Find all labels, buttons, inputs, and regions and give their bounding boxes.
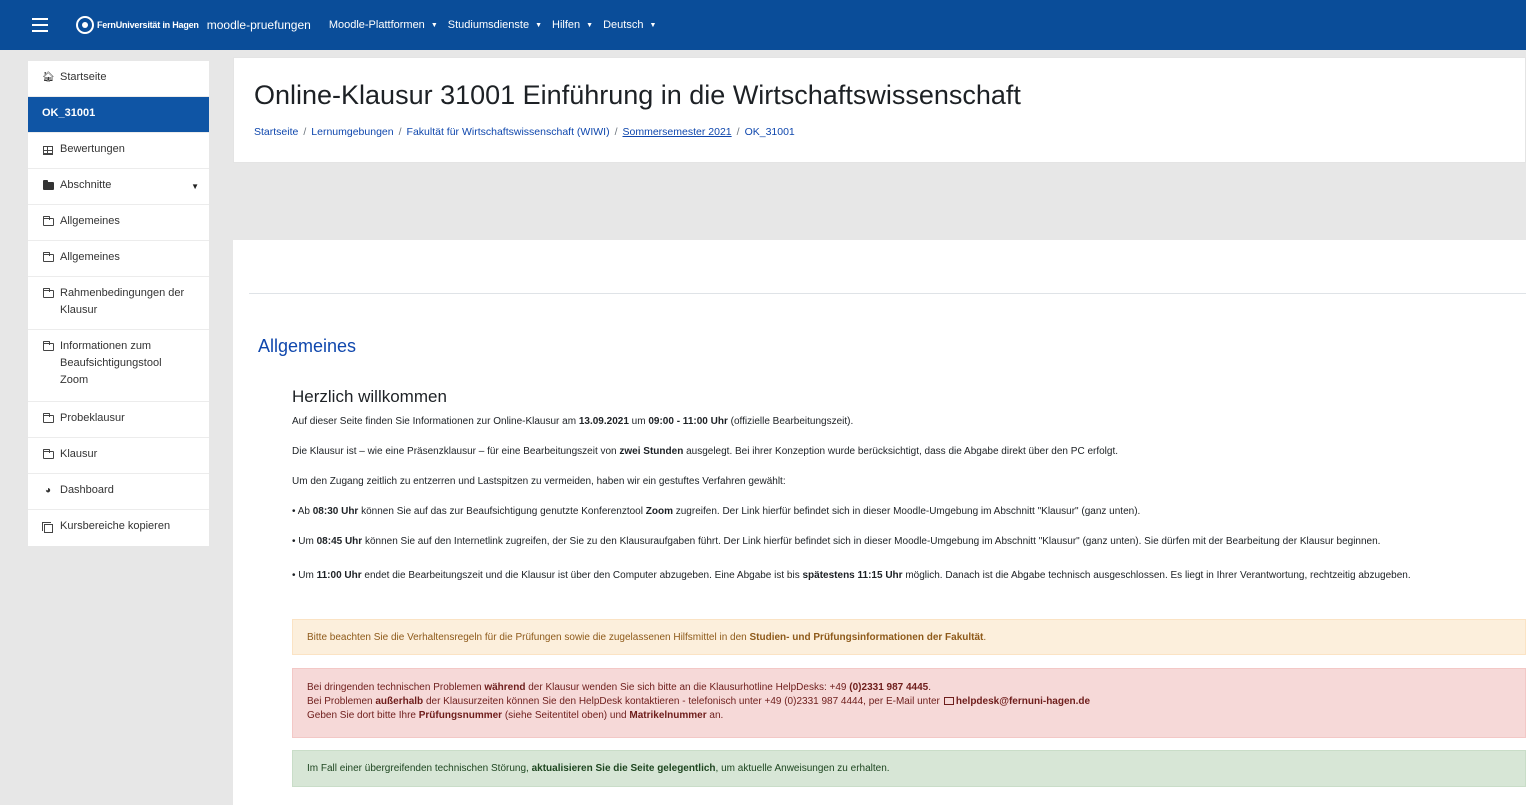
nav-language[interactable]: Deutsch ▼ <box>603 19 656 31</box>
info-paragraph-date: Auf dieser Seite finden Sie Informatione… <box>292 416 854 427</box>
sidebar-item-kursbereiche-kopieren[interactable]: Kursbereiche kopieren <box>28 510 209 546</box>
nav-hilfen[interactable]: Hilfen ▼ <box>552 19 593 31</box>
nav-studiumsdienste[interactable]: Studiumsdienste ▼ <box>448 19 542 31</box>
copy-icon <box>41 521 54 536</box>
caret-down-icon: ▼ <box>430 21 438 29</box>
alert-danger: Bei dringenden technischen Problemen wäh… <box>292 668 1526 738</box>
sidebar-item-abschnitte[interactable]: Abschnitte ▼ <box>28 169 209 205</box>
hamburger-menu-icon[interactable] <box>32 18 48 32</box>
breadcrumb-course[interactable]: OK_31001 <box>745 126 795 138</box>
sidebar-item-probeklausur[interactable]: Probeklausur <box>28 402 209 438</box>
divider <box>249 293 1526 294</box>
breadcrumb-lernumgebungen[interactable]: Lernumgebungen <box>311 126 393 138</box>
caret-down-icon: ▼ <box>649 21 657 29</box>
sidebar-item-allgemeines-2[interactable]: Allgemeines <box>28 241 209 277</box>
info-paragraph-procedure: Um den Zugang zeitlich zu entzerren und … <box>292 476 786 487</box>
site-name[interactable]: moodle-pruefungen <box>207 18 311 32</box>
home-icon: 🏠︎ <box>42 72 55 83</box>
breadcrumb-startseite[interactable]: Startseite <box>254 126 298 138</box>
dashboard-icon: ◕ <box>44 485 52 496</box>
page-header: Online-Klausur 31001 Einführung in die W… <box>233 57 1526 163</box>
table-icon <box>42 144 54 158</box>
sidebar-item-zoom-info[interactable]: Informationen zum Beaufsichtigungstool Z… <box>28 330 209 402</box>
sidebar-item-klausur[interactable]: Klausur <box>28 438 209 474</box>
list-item-deadline: • Um 11:00 Uhr endet die Bearbeitungszei… <box>292 570 1411 581</box>
brand-logo[interactable]: FernUniversität in Hagen moodle-pruefung… <box>76 16 311 34</box>
sidebar-item-bewertungen[interactable]: Bewertungen <box>28 133 209 169</box>
welcome-heading: Herzlich willkommen <box>292 387 447 406</box>
nav-menu: Moodle-Plattformen ▼ Studiumsdienste ▼ Hil… <box>329 19 667 31</box>
alert-warning: Bitte beachten Sie die Verhaltensregeln … <box>292 619 1526 655</box>
caret-down-icon: ▼ <box>586 21 594 29</box>
sidebar-item-dashboard[interactable]: ◕ Dashboard <box>28 474 209 510</box>
course-content: Allgemeines Herzlich willkommen Auf dies… <box>233 240 1526 805</box>
section-title[interactable]: Allgemeines <box>258 336 356 357</box>
course-sidebar: 🏠︎ Startseite OK_31001 Bewertungen Absch… <box>28 61 209 546</box>
breadcrumb-semester[interactable]: Sommersemester 2021 <box>623 126 732 138</box>
breadcrumb-fakultaet[interactable]: Fakultät für Wirtschaftswissenschaft (WI… <box>407 126 610 138</box>
list-item-zoom: • Ab 08:30 Uhr können Sie auf das zur Be… <box>292 506 1141 517</box>
sidebar-item-startseite[interactable]: 🏠︎ Startseite <box>28 61 209 97</box>
sidebar-item-rahmenbedingungen[interactable]: Rahmenbedingungen der Klausur <box>28 277 209 330</box>
alert-info: Im Fall einer übergreifenden technischen… <box>292 750 1526 787</box>
caret-down-icon: ▼ <box>535 21 543 29</box>
folder-outline-icon <box>42 252 54 265</box>
caret-down-icon[interactable]: ▼ <box>191 182 199 191</box>
info-paragraph-duration: Die Klausur ist – wie eine Präsenzklausu… <box>292 446 1119 457</box>
logo-icon <box>76 16 94 34</box>
list-item-link: • Um 08:45 Uhr können Sie auf den Intern… <box>292 536 1381 547</box>
sidebar-item-allgemeines-1[interactable]: Allgemeines <box>28 205 209 241</box>
top-navbar: FernUniversität in Hagen moodle-pruefung… <box>0 0 1526 50</box>
folder-outline-icon <box>42 449 54 462</box>
folder-icon <box>42 180 54 193</box>
folder-outline-icon <box>42 341 54 354</box>
nav-moodle-plattformen[interactable]: Moodle-Plattformen ▼ <box>329 19 438 31</box>
sidebar-item-course[interactable]: OK_31001 <box>28 97 209 133</box>
page-title: Online-Klausur 31001 Einführung in die W… <box>254 80 1021 110</box>
folder-outline-icon <box>42 413 54 426</box>
envelope-icon <box>943 697 954 705</box>
folder-outline-icon <box>42 288 54 301</box>
folder-outline-icon <box>42 216 54 229</box>
breadcrumb: Startseite / Lernumgebungen / Fakultät für W… <box>254 126 795 138</box>
helpdesk-email-link[interactable]: helpdesk@fernuni-hagen.de <box>956 696 1090 707</box>
logo-text: FernUniversität in Hagen <box>97 20 199 30</box>
